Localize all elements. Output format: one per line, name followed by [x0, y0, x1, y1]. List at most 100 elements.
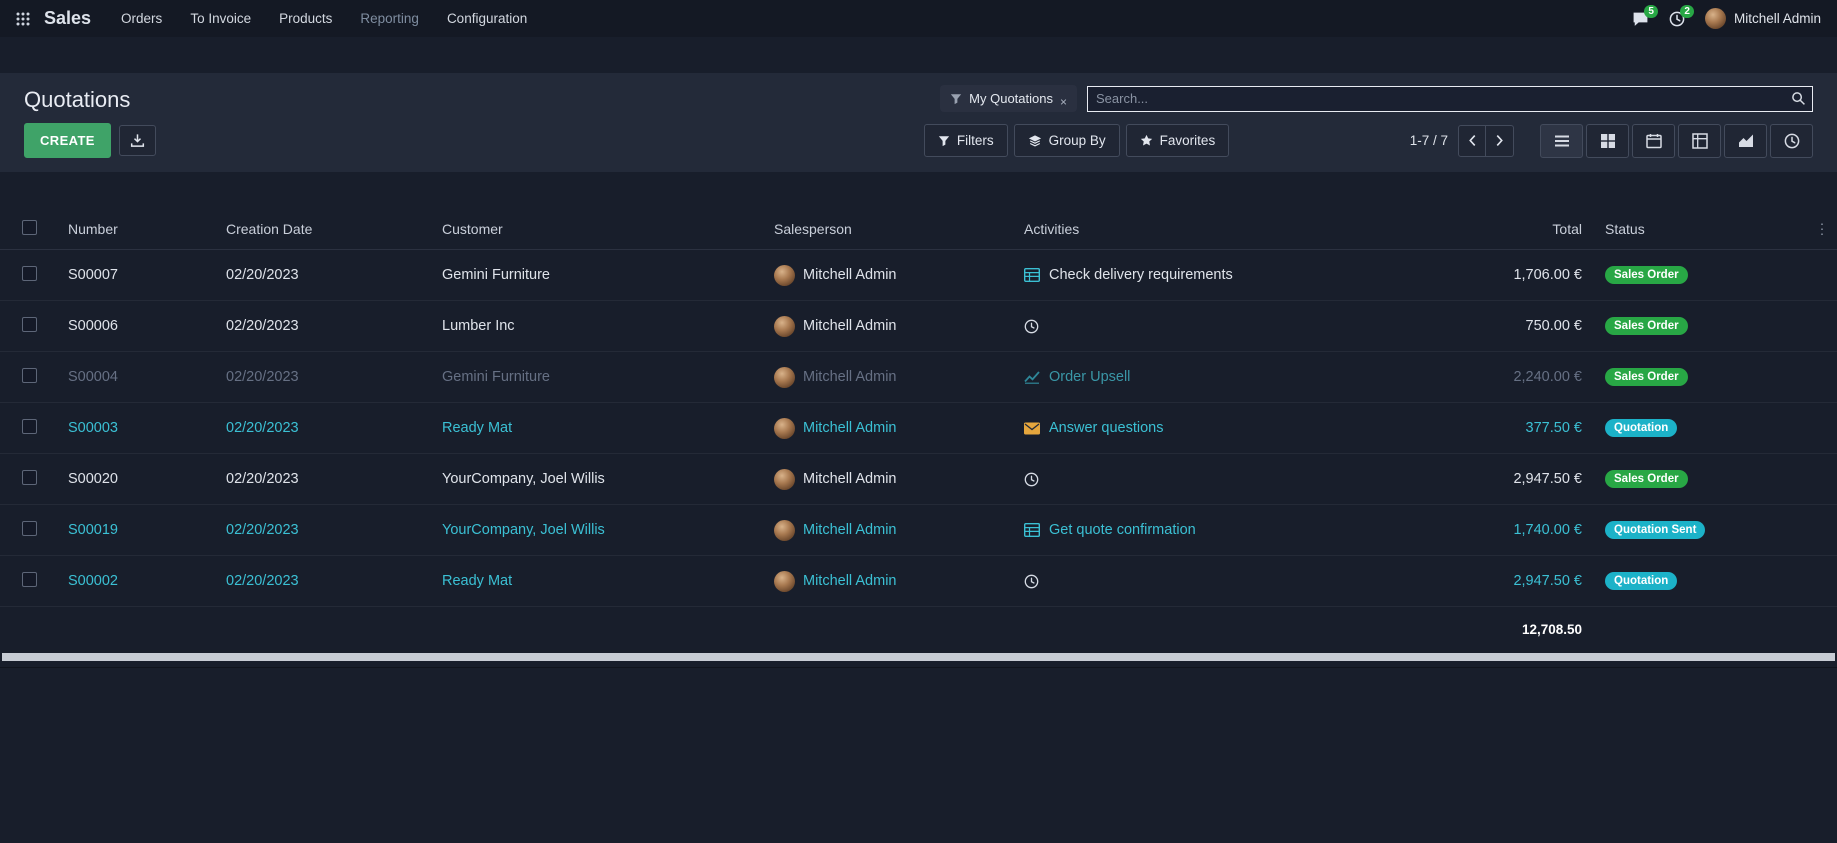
- row-total: 2,240.00 €: [1440, 369, 1590, 385]
- table-row[interactable]: S0000402/20/2023Gemini FurnitureMitchell…: [0, 352, 1837, 403]
- table-row[interactable]: S0000602/20/2023Lumber IncMitchell Admin…: [0, 301, 1837, 352]
- row-checkbox[interactable]: [0, 266, 68, 285]
- row-checkbox[interactable]: [0, 470, 68, 489]
- row-status: Quotation: [1590, 419, 1837, 437]
- row-status: Sales Order: [1590, 470, 1837, 488]
- table-row[interactable]: S0002002/20/2023YourCompany, Joel Willis…: [0, 454, 1837, 505]
- row-checkbox[interactable]: [0, 317, 68, 336]
- table-row[interactable]: S0000302/20/2023Ready MatMitchell AdminA…: [0, 403, 1837, 454]
- row-total: 1,706.00 €: [1440, 267, 1590, 283]
- salesperson-name: Mitchell Admin: [803, 369, 896, 385]
- row-salesperson: Mitchell Admin: [774, 520, 1024, 541]
- graph-view-button[interactable]: [1724, 124, 1767, 158]
- column-header-status[interactable]: Status: [1590, 221, 1837, 237]
- list-view-button[interactable]: [1540, 124, 1583, 158]
- activity-view-button[interactable]: [1770, 124, 1813, 158]
- row-number: S00004: [68, 369, 226, 385]
- row-status: Sales Order: [1590, 317, 1837, 335]
- column-header-number[interactable]: Number: [68, 221, 226, 237]
- nav-menu-orders[interactable]: Orders: [121, 11, 162, 26]
- apps-grid-icon[interactable]: [16, 12, 30, 26]
- activity-label[interactable]: Answer questions: [1049, 420, 1163, 436]
- horizontal-scrollbar[interactable]: [2, 653, 1835, 661]
- favorites-label: Favorites: [1160, 133, 1216, 148]
- table-row[interactable]: S0001902/20/2023YourCompany, Joel Willis…: [0, 505, 1837, 556]
- checkbox[interactable]: [22, 521, 37, 536]
- search-box: [1087, 86, 1813, 112]
- app-name[interactable]: Sales: [44, 8, 91, 29]
- checkbox[interactable]: [22, 368, 37, 383]
- favorites-button[interactable]: Favorites: [1126, 124, 1230, 157]
- column-header-creation-date[interactable]: Creation Date: [226, 221, 442, 237]
- messages-button[interactable]: 5: [1632, 11, 1649, 27]
- salesperson-name: Mitchell Admin: [803, 420, 896, 436]
- user-menu[interactable]: Mitchell Admin: [1705, 8, 1821, 29]
- nav-menu-products[interactable]: Products: [279, 11, 332, 26]
- filters-button[interactable]: Filters: [924, 124, 1008, 157]
- group-by-button[interactable]: Group By: [1014, 124, 1120, 157]
- pager-next-button[interactable]: [1486, 125, 1514, 157]
- row-activity[interactable]: Order Upsell: [1024, 369, 1440, 385]
- clock-icon[interactable]: [1024, 319, 1039, 334]
- row-checkbox[interactable]: [0, 572, 68, 591]
- salesperson-avatar: [774, 469, 795, 490]
- search-icon[interactable]: [1791, 91, 1806, 106]
- pager-previous-button[interactable]: [1458, 125, 1486, 157]
- clock-icon[interactable]: [1024, 574, 1039, 589]
- column-header-salesperson[interactable]: Salesperson: [774, 221, 1024, 237]
- facet-remove-icon[interactable]: ×: [1060, 95, 1067, 109]
- row-activity[interactable]: Get quote confirmation: [1024, 522, 1440, 538]
- row-activity[interactable]: [1024, 472, 1440, 487]
- activity-label[interactable]: Get quote confirmation: [1049, 522, 1196, 538]
- column-header-total[interactable]: Total: [1440, 221, 1590, 237]
- table-row[interactable]: S0000202/20/2023Ready MatMitchell Admin2…: [0, 556, 1837, 607]
- search-input[interactable]: [1087, 86, 1813, 112]
- envelope-icon[interactable]: [1024, 422, 1040, 435]
- table-row[interactable]: S0000702/20/2023Gemini FurnitureMitchell…: [0, 250, 1837, 301]
- pivot-view-icon: [1692, 133, 1708, 149]
- kanban-view-button[interactable]: [1586, 124, 1629, 158]
- calendar-view-button[interactable]: [1632, 124, 1675, 158]
- row-status: Sales Order: [1590, 368, 1837, 386]
- row-activity[interactable]: [1024, 574, 1440, 589]
- nav-menu-to-invoice[interactable]: To Invoice: [190, 11, 251, 26]
- search-facet-my-quotations[interactable]: My Quotations ×: [940, 85, 1077, 112]
- delivery-list-icon[interactable]: [1024, 268, 1040, 282]
- row-number: S00002: [68, 573, 226, 589]
- row-creation-date: 02/20/2023: [226, 267, 442, 283]
- status-badge: Sales Order: [1605, 266, 1688, 284]
- clock-icon[interactable]: [1024, 472, 1039, 487]
- select-all-checkbox[interactable]: [0, 220, 68, 238]
- nav-menu-configuration[interactable]: Configuration: [447, 11, 527, 26]
- checkbox[interactable]: [22, 317, 37, 332]
- checkbox[interactable]: [22, 266, 37, 281]
- activity-label[interactable]: Check delivery requirements: [1049, 267, 1233, 283]
- row-status: Quotation: [1590, 572, 1837, 590]
- checkbox[interactable]: [22, 419, 37, 434]
- activity-label[interactable]: Order Upsell: [1049, 369, 1130, 385]
- status-badge: Quotation: [1605, 572, 1677, 590]
- line-chart-icon[interactable]: [1024, 370, 1040, 384]
- row-creation-date: 02/20/2023: [226, 471, 442, 487]
- column-header-customer[interactable]: Customer: [442, 221, 774, 237]
- create-button[interactable]: CREATE: [24, 123, 111, 158]
- options-toggle-icon[interactable]: ⋮: [1815, 220, 1829, 237]
- row-checkbox[interactable]: [0, 419, 68, 438]
- activities-button[interactable]: 2: [1669, 11, 1685, 27]
- row-activity[interactable]: Check delivery requirements: [1024, 267, 1440, 283]
- salesperson-name: Mitchell Admin: [803, 522, 896, 538]
- column-header-activities[interactable]: Activities: [1024, 221, 1440, 237]
- row-activity[interactable]: [1024, 319, 1440, 334]
- status-badge: Sales Order: [1605, 470, 1688, 488]
- row-checkbox[interactable]: [0, 521, 68, 540]
- checkbox[interactable]: [22, 470, 37, 485]
- export-button[interactable]: [119, 125, 156, 156]
- table-body: S0000702/20/2023Gemini FurnitureMitchell…: [0, 250, 1837, 607]
- row-activity[interactable]: Answer questions: [1024, 420, 1440, 436]
- status-badge: Sales Order: [1605, 368, 1688, 386]
- row-checkbox[interactable]: [0, 368, 68, 387]
- checkbox[interactable]: [22, 572, 37, 587]
- delivery-list-icon[interactable]: [1024, 523, 1040, 537]
- nav-menu-reporting[interactable]: Reporting: [360, 11, 419, 26]
- pivot-view-button[interactable]: [1678, 124, 1721, 158]
